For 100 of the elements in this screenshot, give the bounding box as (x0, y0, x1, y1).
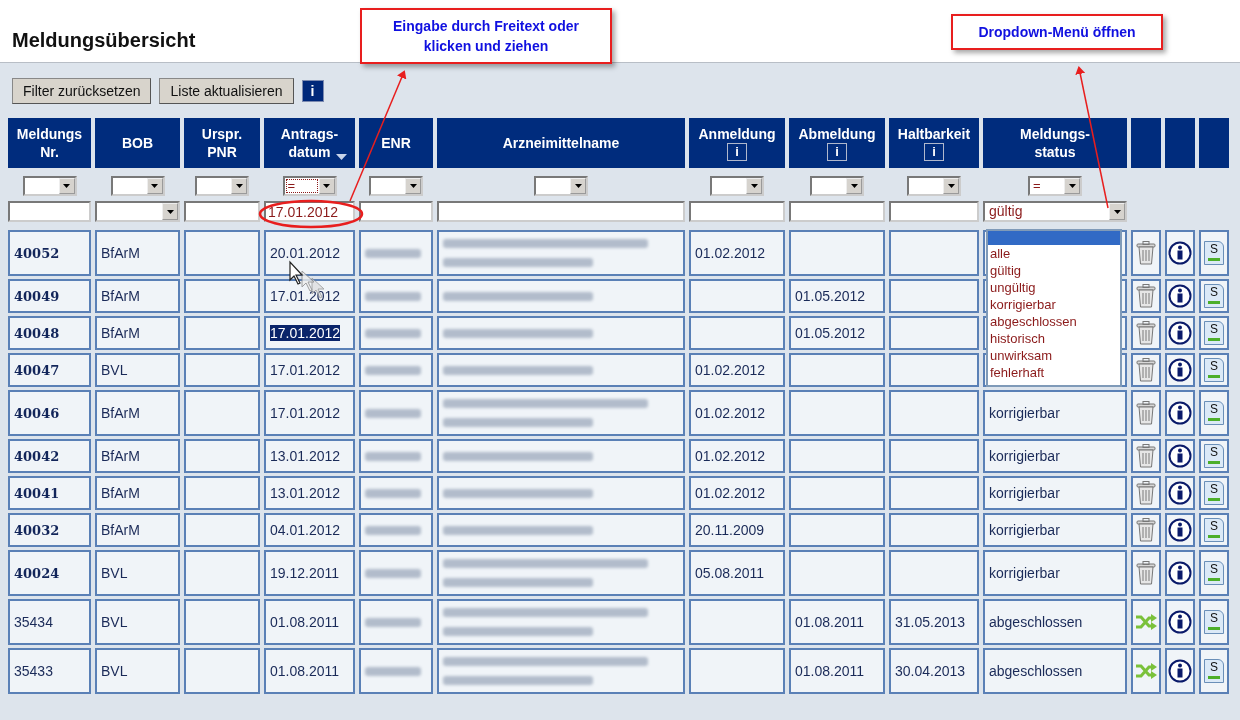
dropdown-option[interactable]: historisch (988, 330, 1120, 347)
trash-icon[interactable] (1136, 358, 1156, 382)
table-cell: 01.02.2012 (689, 476, 785, 510)
document-icon[interactable]: S (1204, 241, 1224, 265)
dropdown-option[interactable]: unwirksam (988, 347, 1120, 364)
document-icon[interactable]: S (1204, 561, 1224, 585)
blurred-text (365, 488, 421, 498)
caret-icon (151, 184, 158, 188)
dropdown-option[interactable]: ungültig (988, 279, 1120, 296)
table-cell: korrigierbar (983, 439, 1127, 473)
info-icon[interactable] (1168, 444, 1192, 468)
filter-select[interactable]: gültig (983, 201, 1127, 222)
dropdown-option[interactable]: korrigierbar (988, 296, 1120, 313)
dropdown-option[interactable]: abgeschlossen (988, 313, 1120, 330)
info-button[interactable]: i (827, 143, 847, 161)
column-header[interactable]: Anmeldung i (689, 118, 785, 168)
filter-input[interactable] (689, 201, 785, 222)
info-icon[interactable] (1168, 610, 1192, 634)
trash-icon[interactable] (1136, 481, 1156, 505)
column-header[interactable]: Meldungs- status (983, 118, 1127, 168)
info-button[interactable]: i (924, 143, 944, 161)
operator-select[interactable] (710, 176, 764, 196)
info-icon[interactable] (1168, 284, 1192, 308)
operator-select[interactable] (22, 176, 77, 196)
toolbar-button[interactable]: Filter zurücksetzen (12, 78, 152, 104)
column-header[interactable]: ENR (359, 118, 433, 168)
info-icon[interactable] (1168, 481, 1192, 505)
operator-select[interactable] (810, 176, 864, 196)
trash-icon[interactable] (1136, 321, 1156, 345)
blurred-text (365, 568, 421, 578)
table-cell: 04.01.2012 (264, 513, 355, 547)
table-cell: 30.04.2013 (889, 648, 979, 694)
dropdown-option[interactable]: alle (988, 245, 1120, 262)
table-cell: korrigierbar (983, 476, 1127, 510)
trash-icon[interactable] (1136, 284, 1156, 308)
caret-icon (409, 184, 417, 188)
filter-select[interactable] (95, 201, 180, 222)
operator-select[interactable] (110, 176, 165, 196)
document-icon[interactable]: S (1204, 321, 1224, 345)
operator-select[interactable] (195, 176, 249, 196)
info-icon[interactable] (1168, 518, 1192, 542)
caret-icon (574, 184, 582, 188)
operator-select[interactable] (907, 176, 961, 196)
callout: Eingabe durch Freitext oder klicken und ziehen (360, 8, 612, 64)
document-icon[interactable]: S (1204, 659, 1224, 683)
operator-select[interactable]: = (282, 176, 337, 196)
trash-icon[interactable] (1136, 561, 1156, 585)
trash-icon[interactable] (1136, 444, 1156, 468)
caret-icon (235, 184, 243, 188)
operator-select[interactable] (369, 176, 423, 196)
column-header[interactable]: Abmeldung i (789, 118, 885, 168)
table-cell: 40047 (8, 353, 91, 387)
operator-select[interactable]: = (1028, 176, 1082, 196)
filter-input[interactable] (437, 201, 685, 222)
column-header[interactable]: Arzneimittelname (437, 118, 685, 168)
table-cell: 05.08.2011 (689, 550, 785, 596)
table-cell: 01.02.2012 (689, 439, 785, 473)
info-icon[interactable] (1168, 659, 1192, 683)
info-icon[interactable] (1168, 241, 1192, 265)
table-cell: 01.08.2011 (789, 648, 885, 694)
info-button[interactable]: i (301, 80, 324, 102)
dropdown-option[interactable]: gültig (988, 262, 1120, 279)
filter-input[interactable] (789, 201, 885, 222)
document-icon[interactable]: S (1204, 518, 1224, 542)
column-header[interactable]: Urspr. PNR (184, 118, 260, 168)
info-icon[interactable] (1168, 321, 1192, 345)
filter-input[interactable] (889, 201, 979, 222)
blurred-text (365, 408, 421, 418)
trash-icon[interactable] (1136, 518, 1156, 542)
caret-icon (850, 184, 858, 188)
document-icon[interactable]: S (1204, 284, 1224, 308)
table-cell: 20.11.2009 (689, 513, 785, 547)
table-cell: 01.08.2011 (264, 599, 355, 645)
document-icon[interactable]: S (1204, 610, 1224, 634)
toolbar-button[interactable]: Liste aktualisieren (159, 78, 294, 104)
table-cell: 40048 (8, 316, 91, 350)
filter-input[interactable] (184, 201, 260, 222)
document-icon[interactable]: S (1204, 444, 1224, 468)
table-cell: BfArM (95, 230, 180, 276)
page-title: Meldungsübersicht (12, 29, 196, 52)
document-icon[interactable]: S (1204, 358, 1224, 382)
dropdown-option[interactable]: fehlerhaft (988, 364, 1120, 381)
trash-icon[interactable] (1136, 401, 1156, 425)
operator-select[interactable] (534, 176, 588, 196)
column-header[interactable]: BOB (95, 118, 180, 168)
column-header[interactable]: Antrags- datum (264, 118, 355, 168)
table-cell: 13.01.2012 (264, 476, 355, 510)
document-icon[interactable]: S (1204, 481, 1224, 505)
info-icon[interactable] (1168, 561, 1192, 585)
trash-icon[interactable] (1136, 241, 1156, 265)
info-button[interactable]: i (727, 143, 747, 161)
info-icon[interactable] (1168, 358, 1192, 382)
table-cell: 35434 (8, 599, 91, 645)
info-icon[interactable] (1168, 401, 1192, 425)
document-icon[interactable]: S (1204, 401, 1224, 425)
table-cell: 01.02.2012 (689, 230, 785, 276)
column-header[interactable]: Meldungs Nr. (8, 118, 91, 168)
filter-input[interactable] (359, 201, 433, 222)
column-header[interactable]: Haltbarkeit i (889, 118, 979, 168)
filter-input[interactable] (8, 201, 91, 222)
